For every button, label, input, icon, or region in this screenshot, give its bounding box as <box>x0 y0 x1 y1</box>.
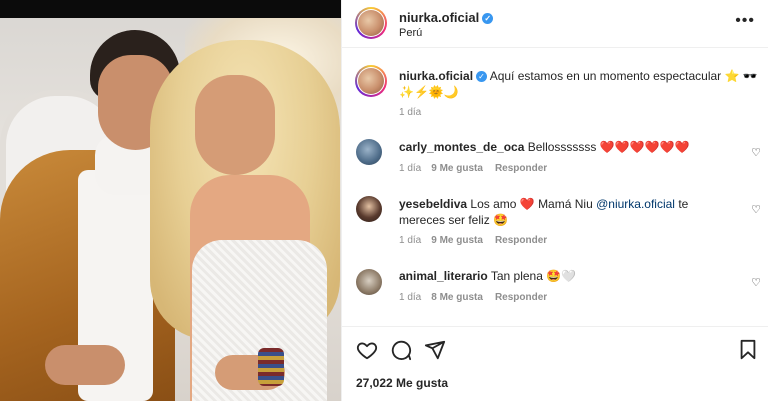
comment-3-meta: 1 día 8 Me gusta Responder <box>399 292 547 303</box>
comment-username[interactable]: animal_literario <box>399 269 488 283</box>
comment-like-heart-icon[interactable]: ♡ <box>751 146 761 159</box>
commenter-avatar[interactable] <box>356 139 382 165</box>
share-icon[interactable] <box>424 339 446 361</box>
likes-count[interactable]: 27,022 Me gusta <box>356 376 448 390</box>
commenter-avatar[interactable] <box>356 196 382 222</box>
header-username[interactable]: niurka.oficial <box>399 10 479 25</box>
comment-2: yesebeldiva Los amo ❤️ Mamá Niu @niurka.… <box>399 196 734 228</box>
comment-3: animal_literario Tan plena 🤩🤍 <box>399 268 739 284</box>
comment-text: Tan plena <box>490 269 543 283</box>
actions-divider <box>342 326 768 327</box>
header-location[interactable]: Perú <box>399 27 422 39</box>
comment-emoji: 🤩 <box>493 213 508 227</box>
heart-icon[interactable] <box>356 339 378 361</box>
comment-text: Bellosssssss <box>527 140 597 154</box>
comment-username[interactable]: carly_montes_de_oca <box>399 140 524 154</box>
comment-time: 1 día <box>399 163 422 174</box>
reply-button[interactable]: Responder <box>495 163 547 174</box>
caption-avatar[interactable] <box>355 65 387 97</box>
verified-badge-icon: ✓ <box>482 13 494 24</box>
comment-text: Los amo <box>470 197 517 211</box>
comment-hearts: ❤️❤️❤️❤️❤️❤️ <box>599 140 690 154</box>
comment-likes[interactable]: 9 Me gusta <box>431 163 483 174</box>
comment-time: 1 día <box>399 292 422 303</box>
commenter-avatar[interactable] <box>356 269 382 295</box>
instagram-post-view: niurka.oficial ✓ Perú ••• niurka.oficial ✓… <box>0 0 768 401</box>
post-actions-bar <box>342 339 768 365</box>
caption-time: 1 día <box>399 107 422 118</box>
reply-button[interactable]: Responder <box>495 292 547 303</box>
reply-button[interactable]: Responder <box>495 235 547 246</box>
photo-man-hands <box>45 345 125 385</box>
comment-1: carly_montes_de_oca Bellosssssss ❤️❤️❤️❤… <box>399 139 739 155</box>
comment-icon[interactable] <box>390 339 412 361</box>
post-photo[interactable] <box>0 0 341 401</box>
comment-text-2: Mamá Niu <box>538 197 593 211</box>
avatar-image <box>358 68 384 94</box>
more-options-icon[interactable]: ••• <box>735 12 755 30</box>
comment-username[interactable]: yesebeldiva <box>399 197 467 211</box>
post-side-panel: niurka.oficial ✓ Perú ••• niurka.oficial ✓… <box>341 0 768 401</box>
comment-emoji: 🤩🤍 <box>546 269 577 283</box>
caption: niurka.oficial ✓ Aquí estamos en un momen… <box>399 68 759 100</box>
comment-time: 1 día <box>399 235 422 246</box>
caption-username[interactable]: niurka.oficial <box>399 69 473 83</box>
comment-likes[interactable]: 9 Me gusta <box>431 235 483 246</box>
comment-like-heart-icon[interactable]: ♡ <box>751 276 761 289</box>
photo-dark-top <box>0 0 341 18</box>
comment-like-heart-icon[interactable]: ♡ <box>751 203 761 216</box>
header-avatar[interactable] <box>355 7 387 39</box>
bookmark-icon[interactable] <box>738 339 758 361</box>
heart-emoji-icon: ❤️ <box>519 197 535 211</box>
comment-likes[interactable]: 8 Me gusta <box>431 292 483 303</box>
avatar-image <box>358 10 384 36</box>
verified-badge-icon: ✓ <box>476 71 488 82</box>
photo-woman-face <box>195 75 275 175</box>
comment-2-meta: 1 día 9 Me gusta Responder <box>399 235 547 246</box>
header-divider <box>342 47 768 48</box>
photo-bracelets <box>258 348 284 386</box>
comment-1-meta: 1 día 9 Me gusta Responder <box>399 163 547 174</box>
comment-mention[interactable]: @niurka.oficial <box>596 197 675 211</box>
header-username-row[interactable]: niurka.oficial ✓ <box>399 10 494 25</box>
